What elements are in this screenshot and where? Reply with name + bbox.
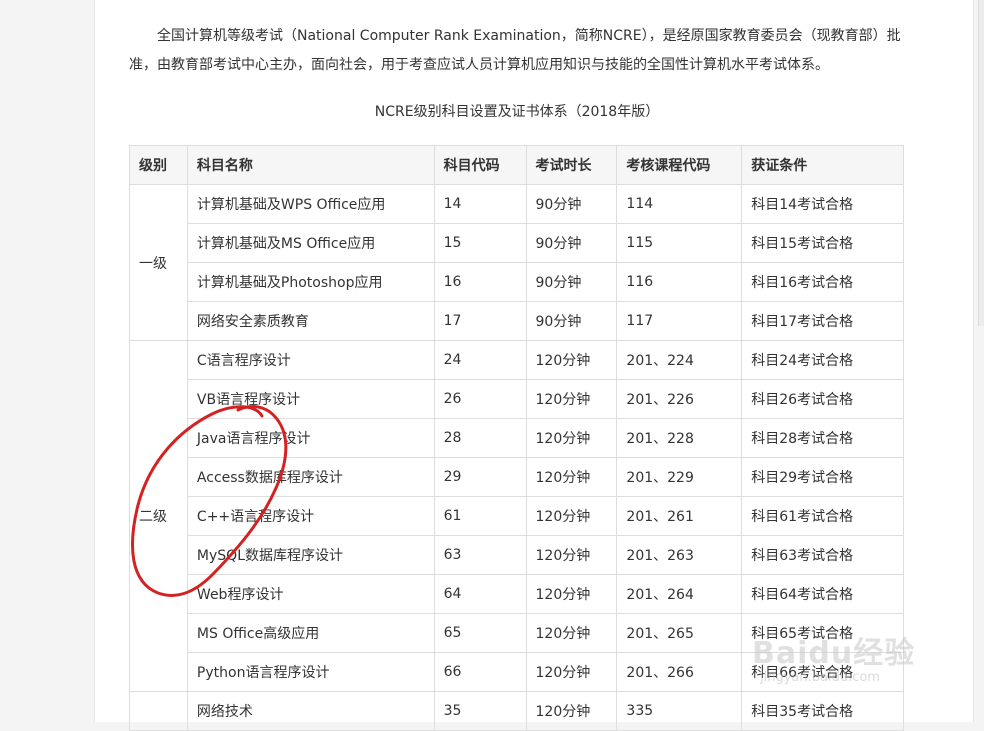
table-row: Python语言程序设计 66 120分钟 201、266 科目66考试合格 bbox=[130, 652, 904, 692]
table-row: MySQL数据库程序设计 63 120分钟 201、263 科目63考试合格 bbox=[130, 535, 904, 575]
cell-subject-code: 28 bbox=[433, 418, 527, 458]
cell-condition: 科目61考试合格 bbox=[741, 496, 904, 536]
cell-condition: 科目15考试合格 bbox=[741, 223, 904, 263]
level-cell bbox=[129, 691, 188, 731]
table-row: Java语言程序设计 28 120分钟 201、228 科目28考试合格 bbox=[130, 418, 904, 458]
cell-condition: 科目35考试合格 bbox=[741, 691, 904, 731]
cell-duration: 120分钟 bbox=[525, 574, 618, 614]
table-caption: NCRE级别科目设置及证书体系（2018年版） bbox=[374, 104, 660, 120]
table-row: MS Office高级应用 65 120分钟 201、265 科目65考试合格 bbox=[130, 613, 904, 653]
cell-subject-name: 计算机基础及MS Office应用 bbox=[186, 223, 435, 263]
scrollbar[interactable] bbox=[978, 0, 984, 326]
cell-condition: 科目26考试合格 bbox=[741, 379, 904, 419]
cell-duration: 90分钟 bbox=[525, 184, 618, 224]
cell-duration: 120分钟 bbox=[525, 340, 618, 380]
cell-condition: 科目64考试合格 bbox=[741, 574, 904, 614]
cell-condition: 科目66考试合格 bbox=[741, 652, 904, 692]
table-row: 二级 C语言程序设计 24 120分钟 201、224 科目24考试合格 bbox=[129, 340, 904, 692]
table-row: 网络技术 35 120分钟 335 科目35考试合格 bbox=[129, 691, 904, 731]
cell-subject-name: 网络技术 bbox=[186, 691, 435, 731]
cell-subject-code: 15 bbox=[433, 223, 527, 263]
table-row: 网络安全素质教育 17 90分钟 117 科目17考试合格 bbox=[130, 301, 904, 341]
cell-subject-code: 35 bbox=[433, 691, 527, 731]
cell-subject-name: MS Office高级应用 bbox=[186, 613, 435, 653]
cell-course-code: 115 bbox=[616, 223, 743, 263]
header-subject-code: 科目代码 bbox=[433, 145, 527, 185]
cell-course-code: 201、226 bbox=[616, 379, 743, 419]
cell-condition: 科目65考试合格 bbox=[741, 613, 904, 653]
cell-subject-name: 网络安全素质教育 bbox=[186, 301, 435, 341]
cell-condition: 科目14考试合格 bbox=[741, 184, 904, 224]
cell-subject-code: 63 bbox=[433, 535, 527, 575]
cell-subject-name: C++语言程序设计 bbox=[186, 496, 435, 536]
cell-duration: 90分钟 bbox=[525, 262, 618, 302]
cell-course-code: 201、224 bbox=[616, 340, 743, 380]
cell-duration: 90分钟 bbox=[525, 301, 618, 341]
cell-duration: 120分钟 bbox=[525, 457, 618, 497]
intro-paragraph: 全国计算机等级考试（National Computer Rank Examina… bbox=[129, 28, 901, 73]
header-certificate-condition: 获证条件 bbox=[741, 145, 904, 185]
cell-course-code: 114 bbox=[616, 184, 743, 224]
table-header-row: 级别 科目名称 科目代码 考试时长 考核课程代码 获证条件 bbox=[129, 145, 904, 185]
table-row: Web程序设计 64 120分钟 201、264 科目64考试合格 bbox=[130, 574, 904, 614]
level-cell: 二级 bbox=[129, 340, 188, 692]
cell-subject-code: 14 bbox=[433, 184, 527, 224]
level-cell: 一级 bbox=[129, 184, 188, 341]
cell-duration: 120分钟 bbox=[525, 652, 618, 692]
cell-course-code: 201、264 bbox=[616, 574, 743, 614]
cell-duration: 120分钟 bbox=[525, 535, 618, 575]
cell-subject-code: 29 bbox=[433, 457, 527, 497]
cell-subject-name: C语言程序设计 bbox=[186, 340, 435, 380]
cell-condition: 科目29考试合格 bbox=[741, 457, 904, 497]
header-level: 级别 bbox=[129, 145, 188, 185]
cell-course-code: 201、265 bbox=[616, 613, 743, 653]
cell-subject-name: VB语言程序设计 bbox=[186, 379, 435, 419]
cell-condition: 科目63考试合格 bbox=[741, 535, 904, 575]
cell-course-code: 201、261 bbox=[616, 496, 743, 536]
cell-course-code: 201、263 bbox=[616, 535, 743, 575]
cell-condition: 科目16考试合格 bbox=[741, 262, 904, 302]
cell-subject-name: MySQL数据库程序设计 bbox=[186, 535, 435, 575]
table-row: 一级 计算机基础及WPS Office应用 14 90分钟 114 科目14考试… bbox=[129, 184, 904, 341]
cell-duration: 120分钟 bbox=[525, 613, 618, 653]
cell-duration: 120分钟 bbox=[525, 691, 618, 731]
ncre-table: 级别 科目名称 科目代码 考试时长 考核课程代码 获证条件 一级 计算机基础及W… bbox=[129, 145, 904, 731]
cell-subject-code: 61 bbox=[433, 496, 527, 536]
cell-course-code: 335 bbox=[616, 691, 743, 731]
cell-subject-name: Java语言程序设计 bbox=[186, 418, 435, 458]
cell-subject-name: Access数据库程序设计 bbox=[186, 457, 435, 497]
cell-condition: 科目28考试合格 bbox=[741, 418, 904, 458]
cell-subject-name: 计算机基础及WPS Office应用 bbox=[186, 184, 435, 224]
table-row: VB语言程序设计 26 120分钟 201、226 科目26考试合格 bbox=[130, 379, 904, 419]
cell-subject-code: 65 bbox=[433, 613, 527, 653]
cell-subject-name: Web程序设计 bbox=[186, 574, 435, 614]
header-subject-name: 科目名称 bbox=[186, 145, 435, 185]
cell-duration: 120分钟 bbox=[525, 379, 618, 419]
cell-course-code: 201、228 bbox=[616, 418, 743, 458]
cell-subject-code: 66 bbox=[433, 652, 527, 692]
cell-subject-name: Python语言程序设计 bbox=[186, 652, 435, 692]
cell-duration: 90分钟 bbox=[525, 223, 618, 263]
cell-condition: 科目17考试合格 bbox=[741, 301, 904, 341]
cell-duration: 120分钟 bbox=[525, 418, 618, 458]
cell-course-code: 201、229 bbox=[616, 457, 743, 497]
cell-subject-name: 计算机基础及Photoshop应用 bbox=[186, 262, 435, 302]
cell-course-code: 117 bbox=[616, 301, 743, 341]
cell-course-code: 201、266 bbox=[616, 652, 743, 692]
cell-subject-code: 64 bbox=[433, 574, 527, 614]
cell-duration: 120分钟 bbox=[525, 496, 618, 536]
table-row: C++语言程序设计 61 120分钟 201、261 科目61考试合格 bbox=[130, 496, 904, 536]
cell-condition: 科目24考试合格 bbox=[741, 340, 904, 380]
cell-subject-code: 17 bbox=[433, 301, 527, 341]
header-duration: 考试时长 bbox=[525, 145, 618, 185]
cell-subject-code: 16 bbox=[433, 262, 527, 302]
header-course-code: 考核课程代码 bbox=[616, 145, 743, 185]
cell-subject-code: 26 bbox=[433, 379, 527, 419]
table-row: 计算机基础及Photoshop应用 16 90分钟 116 科目16考试合格 bbox=[130, 262, 904, 302]
cell-subject-code: 24 bbox=[433, 340, 527, 380]
cell-course-code: 116 bbox=[616, 262, 743, 302]
table-row: 计算机基础及MS Office应用 15 90分钟 115 科目15考试合格 bbox=[130, 223, 904, 263]
table-row: Access数据库程序设计 29 120分钟 201、229 科目29考试合格 bbox=[130, 457, 904, 497]
